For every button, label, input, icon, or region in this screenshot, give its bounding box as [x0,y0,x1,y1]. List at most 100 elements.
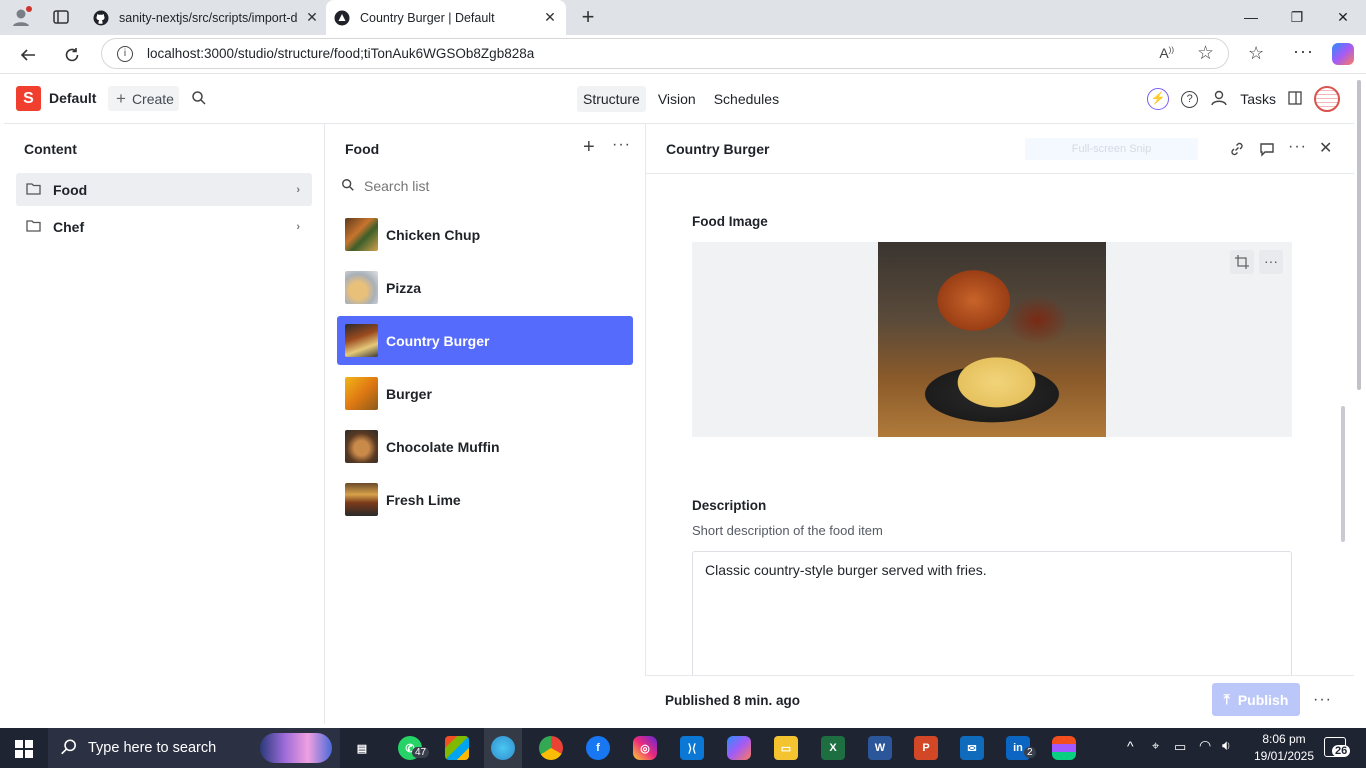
content-pane: Content Food › Chef › [4,124,325,724]
refresh-icon[interactable] [58,41,86,69]
document-row-selected[interactable]: Country Burger [337,316,633,365]
word-icon[interactable]: W [868,736,892,760]
volume-icon[interactable]: 🔉︎ [1222,737,1231,754]
folder-icon [26,219,41,235]
description-label: Description [692,498,767,513]
search-icon [341,178,355,195]
pane-menu-icon[interactable]: ··· [612,136,631,154]
sanity-logo-icon[interactable]: S [16,86,41,111]
powerpoint-icon[interactable]: P [914,736,938,760]
tool-structure[interactable]: Structure [577,86,646,112]
favorites-icon[interactable]: ☆ [1248,43,1264,64]
menu-item-food[interactable]: Food › [16,173,312,206]
studio-navbar: S Default + Create Structure Vision Sche… [4,74,1354,124]
excel-icon[interactable]: X [821,736,845,760]
footer-menu-icon[interactable]: ··· [1313,691,1332,709]
help-icon[interactable]: ? [1181,90,1199,108]
create-button[interactable]: + Create [108,86,179,111]
tab-country-burger[interactable]: Country Burger | Default ✕ [326,0,566,35]
url-text: localhost:3000/studio/structure/food;tiT… [147,46,535,61]
clock-time[interactable]: 8:06 pm [1256,732,1312,746]
image-menu-icon[interactable]: ··· [1259,250,1283,274]
menu-item-chef[interactable]: Chef › [16,210,312,243]
tab-title: Country Burger | Default [360,10,495,25]
document-row[interactable]: Fresh Lime [337,475,633,524]
user-avatar[interactable] [1314,86,1340,112]
page-scrollbar[interactable] [1354,74,1366,728]
document-editor-pane: Country Burger Full-screen Snip ··· ✕ Fo… [646,124,1354,724]
vscode-icon[interactable]: ⟩⟨ [680,736,704,760]
windows-start-icon[interactable] [15,740,33,758]
search-list-input[interactable] [364,178,614,194]
tasks-label[interactable]: Tasks [1240,91,1276,107]
menu-item-label: Food [53,181,88,198]
tool-schedules[interactable]: Schedules [708,86,785,112]
show-hidden-icons[interactable]: ^ [1127,738,1134,754]
minimize-icon[interactable]: — [1236,5,1266,29]
add-document-icon[interactable]: + [583,136,595,159]
mail-icon[interactable]: ✉ [960,736,984,760]
document-footer: Published 8 min. ago ⤒ Publish ··· [645,675,1354,724]
close-pane-icon[interactable]: ✕ [1319,138,1332,158]
chrome-icon[interactable] [539,736,563,760]
publish-status: Published 8 min. ago [665,693,801,708]
battery-icon[interactable]: ▭ [1174,739,1186,755]
browser-tab-bar: sanity-nextjs/src/scripts/import-d ✕ Cou… [0,0,1366,35]
document-title: Country Burger [386,332,490,349]
lightning-icon[interactable]: ⚡ [1147,88,1170,110]
url-field[interactable]: i localhost:3000/studio/structure/food;t… [101,38,1229,69]
page-scrollbar-thumb[interactable] [1357,80,1361,390]
task-view-icon[interactable]: ▤ [350,736,374,760]
file-explorer-icon[interactable]: ▭ [774,736,798,760]
create-label: Create [131,90,174,107]
tab-github[interactable]: sanity-nextjs/src/scripts/import-d ✕ [84,0,328,35]
description-textarea[interactable]: Classic country-style burger served with… [692,551,1292,675]
food-image-field[interactable]: ··· [692,242,1292,437]
publish-button[interactable]: ⤒ Publish [1212,683,1300,716]
close-tab-icon[interactable]: ✕ [304,9,320,25]
workspace-name[interactable]: Default [49,90,96,106]
wifi-icon[interactable]: ◠ [1199,737,1211,754]
pane-title: Content [24,141,77,157]
favorite-star-icon[interactable]: ☆ [1197,42,1214,65]
tab-actions-icon[interactable] [52,8,70,26]
document-title: Chocolate Muffin [386,438,500,455]
search-icon[interactable] [191,90,207,109]
restore-icon[interactable]: ❐ [1282,5,1312,29]
pane-title: Food [345,141,380,157]
document-row[interactable]: Chocolate Muffin [337,422,633,471]
new-tab-icon[interactable]: + [577,6,599,28]
document-row[interactable]: Burger [337,369,633,418]
editor-scrollbar[interactable] [1341,406,1345,542]
taskbar-search[interactable]: Type here to search [48,728,340,768]
facebook-icon[interactable]: f [586,736,610,760]
site-info-icon[interactable]: i [117,45,133,62]
document-row[interactable]: Pizza [337,263,633,312]
tool-vision[interactable]: Vision [652,86,702,112]
copilot-app-icon[interactable] [727,736,751,760]
copilot-icon[interactable] [1332,43,1354,65]
back-icon[interactable] [14,41,42,69]
meet-now-icon[interactable]: ⌖ [1152,738,1159,754]
close-tab-icon[interactable]: ✕ [542,9,558,25]
figma-icon[interactable] [1052,736,1076,760]
browser-menu-icon[interactable]: ··· [1293,41,1314,62]
store-icon[interactable] [445,736,469,760]
description-help: Short description of the food item [692,523,883,538]
food-image-label: Food Image [692,214,768,229]
people-icon[interactable] [1210,90,1228,109]
search-list[interactable] [341,174,631,198]
link-icon[interactable] [1229,141,1245,160]
profile-icon[interactable] [10,6,32,28]
close-window-icon[interactable]: ✕ [1328,5,1358,29]
clock-date[interactable]: 19/01/2025 [1250,749,1318,763]
read-aloud-icon[interactable]: A)) [1159,45,1174,61]
sidebar-toggle-icon[interactable] [1288,90,1302,108]
tool-menu: Structure Vision Schedules [577,86,785,112]
instagram-icon[interactable]: ◎ [633,736,657,760]
full-screen-snip-label: Full-screen Snip [1025,138,1198,160]
document-row[interactable]: Chicken Chup [337,210,633,259]
document-menu-icon[interactable]: ··· [1288,138,1307,156]
crop-icon[interactable] [1230,250,1254,274]
comment-icon[interactable] [1259,141,1275,160]
